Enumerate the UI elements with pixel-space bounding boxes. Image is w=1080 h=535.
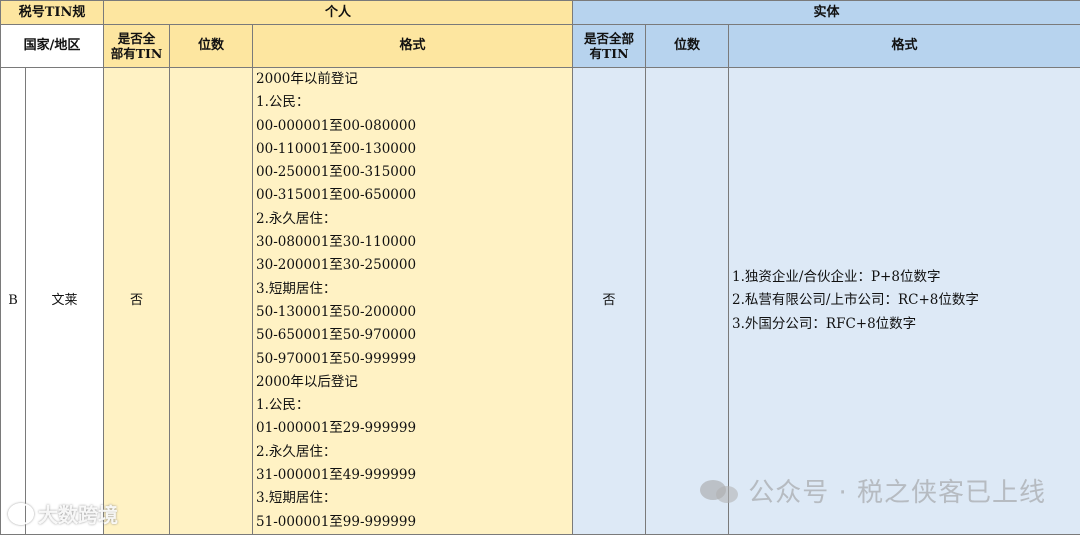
individual-format-line: 30-200001至30-250000 bbox=[256, 254, 572, 277]
corner-title: 税号TIN规 bbox=[1, 1, 104, 25]
individual-all-have-tin: 否 bbox=[104, 68, 170, 535]
entity-format-line: 2.私营有限公司/上市公司：RC+8位数字 bbox=[732, 289, 1080, 312]
individual-format-line: 01-000001至29-999999 bbox=[256, 417, 572, 440]
individual-format-line: 3.短期居住： bbox=[256, 487, 572, 510]
brand-logo-icon bbox=[8, 503, 34, 525]
individual-format-line: 31-000001至49-999999 bbox=[256, 464, 572, 487]
table-row: B 文莱 否 2000年以前登记 1.公民： 00-000001至00-0800… bbox=[1, 68, 1080, 535]
watermark-account: 公众号 · 税之侠客已上线 bbox=[748, 472, 1046, 509]
individual-format-line: 00-315001至00-650000 bbox=[256, 184, 572, 207]
entity-format-header: 格式 bbox=[729, 25, 1080, 68]
entity-all-have-tin-line2: 有TIN bbox=[573, 46, 645, 61]
individual-format-line: 3.短期居住： bbox=[256, 278, 572, 301]
entity-format-line: 1.独资企业/合伙企业：P+8位数字 bbox=[732, 266, 1080, 289]
individual-format-line: 00-000001至00-080000 bbox=[256, 115, 572, 138]
entity-header: 实体 bbox=[573, 1, 1080, 25]
header-row-2: 国家/地区 是否全 部有TIN 位数 格式 是否全部 有TIN 位数 格式 bbox=[1, 25, 1080, 68]
individual-digits bbox=[170, 68, 253, 535]
individual-all-have-tin-line1: 是否全 bbox=[104, 31, 169, 46]
country-name: 文莱 bbox=[26, 68, 104, 535]
entity-digits-header: 位数 bbox=[646, 25, 729, 68]
country-code: B bbox=[1, 68, 26, 535]
wechat-watermark: 公众号 · 税之侠客已上线 bbox=[700, 472, 1046, 509]
entity-all-have-tin-header: 是否全部 有TIN bbox=[573, 25, 646, 68]
individual-format-line: 51-000001至99-999999 bbox=[256, 511, 572, 534]
individual-format-line: 30-080001至30-110000 bbox=[256, 231, 572, 254]
individual-format: 2000年以前登记 1.公民： 00-000001至00-080000 00-1… bbox=[253, 68, 573, 535]
entity-all-have-tin: 否 bbox=[573, 68, 646, 535]
header-row-1: 税号TIN规 个人 实体 bbox=[1, 1, 1080, 25]
entity-all-have-tin-line1: 是否全部 bbox=[573, 31, 645, 46]
tin-rules-table: 税号TIN规 个人 实体 国家/地区 是否全 部有TIN 位数 格式 是否全部 … bbox=[0, 0, 1080, 535]
brand-watermark: 大数跨境 bbox=[8, 499, 118, 528]
individual-header: 个人 bbox=[104, 1, 573, 25]
individual-format-line: 2000年以后登记 bbox=[256, 371, 572, 394]
individual-digits-header: 位数 bbox=[170, 25, 253, 68]
individual-format-line: 1.公民： bbox=[256, 394, 572, 417]
entity-format-line: 3.外国分公司：RFC+8位数字 bbox=[732, 313, 1080, 336]
individual-format-line: 50-650001至50-970000 bbox=[256, 324, 572, 347]
individual-format-line: 1.公民： bbox=[256, 91, 572, 114]
individual-format-line: 00-250001至00-315000 bbox=[256, 161, 572, 184]
individual-format-line: 2.永久居住： bbox=[256, 441, 572, 464]
country-header: 国家/地区 bbox=[1, 25, 104, 68]
individual-format-header: 格式 bbox=[253, 25, 573, 68]
entity-digits bbox=[646, 68, 729, 535]
watermark-brand: 大数跨境 bbox=[38, 499, 118, 528]
individual-format-line: 50-970001至50-999999 bbox=[256, 348, 572, 371]
individual-all-have-tin-header: 是否全 部有TIN bbox=[104, 25, 170, 68]
individual-format-line: 2000年以前登记 bbox=[256, 68, 572, 91]
wechat-icon bbox=[700, 476, 740, 506]
individual-all-have-tin-line2: 部有TIN bbox=[104, 46, 169, 61]
individual-format-line: 50-130001至50-200000 bbox=[256, 301, 572, 324]
individual-format-line: 2.永久居住： bbox=[256, 208, 572, 231]
individual-format-line: 00-110001至00-130000 bbox=[256, 138, 572, 161]
entity-format: 1.独资企业/合伙企业：P+8位数字 2.私营有限公司/上市公司：RC+8位数字… bbox=[729, 68, 1080, 535]
